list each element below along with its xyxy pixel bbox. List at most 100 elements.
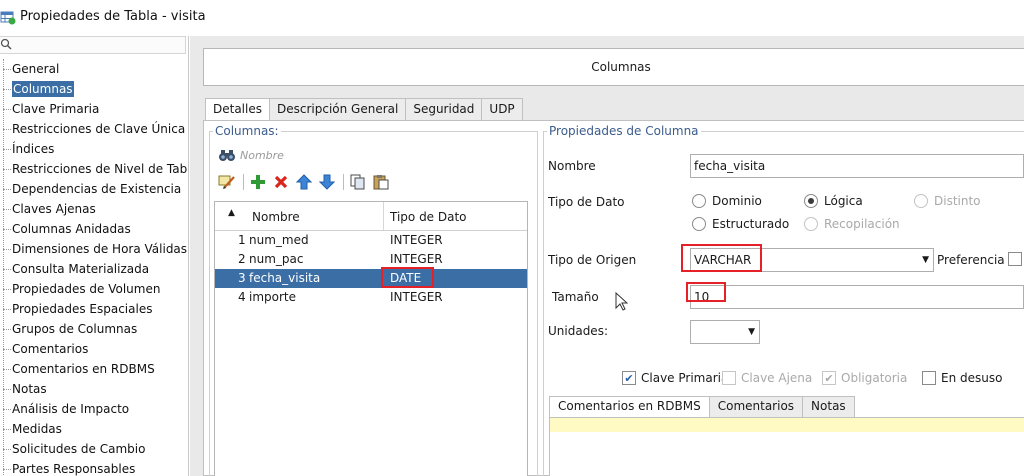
rdbms-comment-textarea[interactable] <box>549 417 1024 476</box>
tree-item-restricciones-clave-unica[interactable]: Restricciones de Clave Única <box>0 119 188 139</box>
name-label: Nombre <box>548 159 596 173</box>
add-icon <box>251 175 265 189</box>
primary-key-checkbox[interactable]: ✔ Clave Primaria <box>622 371 728 385</box>
tree-item-medidas[interactable]: Medidas <box>0 419 188 439</box>
mandatory-checkbox[interactable]: ✔ Obligatoria <box>822 371 907 385</box>
paste-icon <box>373 175 389 190</box>
column-filter[interactable]: Nombre <box>218 147 284 163</box>
tab-notas[interactable]: Notas <box>802 396 855 417</box>
toolbar-separator <box>243 174 244 190</box>
tree-search-field[interactable] <box>0 36 186 54</box>
checkmark-icon: ✔ <box>822 371 836 385</box>
binoculars-icon <box>219 150 235 161</box>
paste-column-button[interactable] <box>372 173 390 191</box>
column-name: importe <box>249 290 297 304</box>
move-up-button[interactable] <box>295 173 313 191</box>
add-column-button[interactable] <box>249 173 267 191</box>
editor-area: Columnas Detalles Descripción General Se… <box>190 36 1024 476</box>
tree-item-restricciones-nivel-tabla[interactable]: Restricciones de Nivel de Tabla <box>0 159 188 179</box>
tree-item-clave-primaria[interactable]: Clave Primaria <box>0 99 188 119</box>
units-label: Unidades: <box>548 324 608 338</box>
column-type: INTEGER <box>390 290 443 304</box>
column-name: num_med <box>249 233 309 247</box>
radio-estructurado[interactable]: Estructurado <box>692 217 789 231</box>
radio-dominio[interactable]: Dominio <box>692 194 762 208</box>
search-icon <box>0 38 12 50</box>
tab-content: Columnas: Nombre ▲ Nombre Tipo de Dato 1… <box>203 120 1024 476</box>
cursor-icon <box>615 292 628 311</box>
tree-item-columnas[interactable]: Columnas <box>0 79 188 99</box>
copy-icon <box>350 174 365 190</box>
checkmark-icon: ✔ <box>622 371 636 385</box>
move-up-icon <box>296 174 312 190</box>
columns-table-header: ▲ Nombre Tipo de Dato <box>215 202 527 231</box>
tree-item-comentarios[interactable]: Comentarios <box>0 339 188 359</box>
tab-udp[interactable]: UDP <box>481 98 523 121</box>
tab-comentarios[interactable]: Comentarios <box>708 396 804 417</box>
title-bar: Propiedades de Tabla - visita <box>0 0 1024 34</box>
main-tabs: Detalles Descripción General Seguridad U… <box>205 98 523 121</box>
deprecated-checkbox[interactable]: En desuso <box>922 371 1002 385</box>
name-field[interactable]: fecha_visita <box>690 154 1024 178</box>
toolbar-separator <box>343 174 344 190</box>
tree-item-solicitudes-cambio[interactable]: Solicitudes de Cambio <box>0 439 188 459</box>
tree-item-propiedades-espaciales[interactable]: Propiedades Espaciales <box>0 299 188 319</box>
radio-logica[interactable]: Lógica <box>804 194 863 208</box>
column-name: num_pac <box>249 252 304 266</box>
navigation-panel: General Columnas Clave Primaria Restricc… <box>0 36 189 476</box>
foreign-key-checkbox[interactable]: Clave Ajena <box>722 371 812 385</box>
tree-item-propiedades-volumen[interactable]: Propiedades de Volumen <box>0 279 188 299</box>
row-number: 2 <box>238 252 246 266</box>
header-tipo-dato[interactable]: Tipo de Dato <box>390 210 467 224</box>
delete-column-button[interactable] <box>272 173 290 191</box>
header-nombre[interactable]: Nombre <box>252 210 300 224</box>
units-select[interactable]: ▼ <box>690 320 760 344</box>
tab-detalles[interactable]: Detalles <box>205 98 270 121</box>
tree-item-grupos-columnas[interactable]: Grupos de Columnas <box>0 319 188 339</box>
tree-item-dependencias-existencia[interactable]: Dependencias de Existencia <box>0 179 188 199</box>
table-row[interactable]: 4 importe INTEGER <box>215 288 527 307</box>
table-row-selected[interactable]: 3 fecha_visita DATE <box>215 269 527 288</box>
table-properties-icon <box>0 11 16 25</box>
tree-item-partes-responsables[interactable]: Partes Responsables <box>0 459 188 476</box>
tree-item-indices[interactable]: Índices <box>0 139 188 159</box>
table-row[interactable]: 1 num_med INTEGER <box>215 231 527 250</box>
copy-column-button[interactable] <box>349 173 367 191</box>
data-type-label: Tipo de Dato <box>548 195 625 209</box>
preference-checkbox-box <box>1008 252 1022 266</box>
header-separator <box>383 202 384 230</box>
columns-table: ▲ Nombre Tipo de Dato 1 num_med INTEGER … <box>214 201 528 476</box>
column-name: fecha_visita <box>249 271 321 285</box>
size-label: Tamaño <box>552 290 599 304</box>
tab-descripcion-general[interactable]: Descripción General <box>268 98 407 121</box>
edit-icon <box>218 175 235 189</box>
radio-distinto-indicator <box>914 194 928 208</box>
move-down-button[interactable] <box>318 173 336 191</box>
tree-item-analisis-impacto[interactable]: Análisis de Impacto <box>0 399 188 419</box>
sort-ascending-icon[interactable]: ▲ <box>228 208 235 218</box>
tree-item-columnas-anidadas[interactable]: Columnas Anidadas <box>0 219 188 239</box>
edit-column-button[interactable] <box>218 173 236 191</box>
radio-distinto[interactable]: Distinto <box>914 194 981 208</box>
table-row[interactable]: 2 num_pac INTEGER <box>215 250 527 269</box>
tree-item-claves-ajenas[interactable]: Claves Ajenas <box>0 199 188 219</box>
varchar-highlight-box <box>681 244 762 272</box>
column-properties-group: Propiedades de Columna Nombre fecha_visi… <box>543 124 1024 476</box>
tab-comentarios-rdbms[interactable]: Comentarios en RDBMS <box>549 396 710 417</box>
size-field[interactable]: 10 <box>690 285 1024 309</box>
date-highlight-box <box>381 267 434 288</box>
comment-current-line <box>550 418 1024 432</box>
tab-seguridad[interactable]: Seguridad <box>405 98 483 121</box>
columns-group: Columnas: Nombre ▲ Nombre Tipo de Dato 1… <box>209 124 538 476</box>
tree-item-dimensiones-hora[interactable]: Dimensiones de Hora Válidas <box>0 239 188 259</box>
tree-item-comentarios-rdbms[interactable]: Comentarios en RDBMS <box>0 359 188 379</box>
preference-label: Preferencia <box>937 253 1005 267</box>
tree-item-notas[interactable]: Notas <box>0 379 188 399</box>
radio-recopilacion[interactable]: Recopilación <box>804 217 900 231</box>
preference-checkbox[interactable] <box>1008 252 1024 266</box>
tree-item-general[interactable]: General <box>0 59 188 79</box>
radio-estructurado-indicator <box>692 217 706 231</box>
tree-item-consulta-materializada[interactable]: Consulta Materializada <box>0 259 188 279</box>
columns-toolbar <box>218 173 395 191</box>
foreign-key-checkbox-box <box>722 371 736 385</box>
